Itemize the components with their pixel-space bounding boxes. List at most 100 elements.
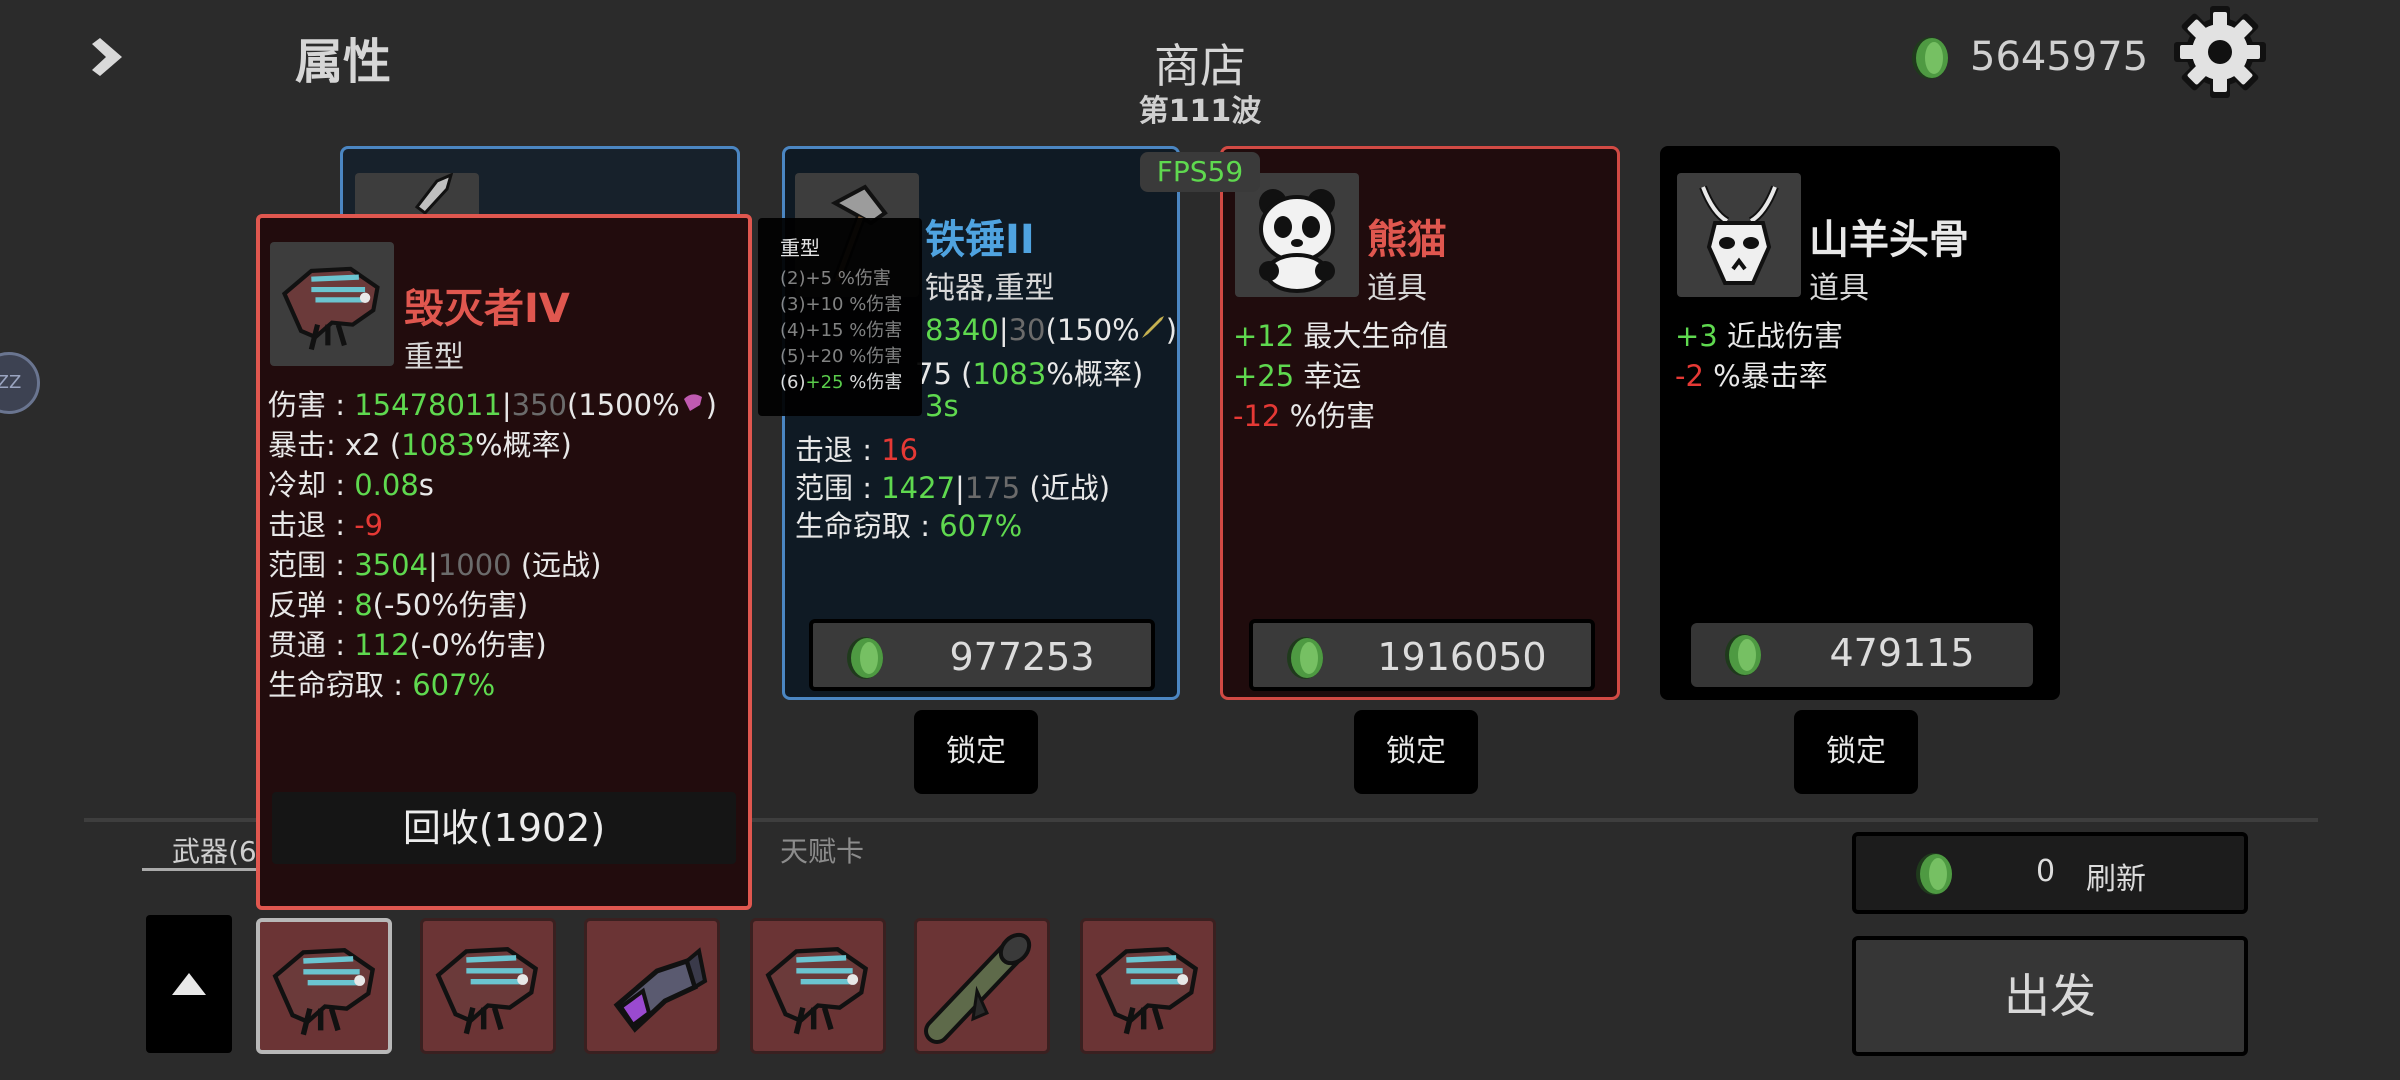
scroll-up-button[interactable] xyxy=(146,915,232,1053)
price-value: 977253 xyxy=(949,635,1095,679)
lock-button-hammer[interactable]: 锁定 xyxy=(914,710,1038,794)
crit-chance: 1083 xyxy=(401,428,475,462)
crit-end: %概率) xyxy=(1046,357,1144,391)
item-name: 山羊头骨 xyxy=(1809,217,1969,263)
dragon-gun-icon xyxy=(1083,921,1213,1051)
inventory-slot-bazooka[interactable] xyxy=(914,918,1050,1054)
knockback-value: -9 xyxy=(354,508,384,542)
damage-value: 8340 xyxy=(925,313,999,347)
damage-label: 伤害 : xyxy=(268,388,355,422)
dragon-gun-icon xyxy=(423,921,553,1051)
recycle-button[interactable]: 回收(1902) xyxy=(272,792,736,864)
buy-button[interactable]: 977253 xyxy=(809,619,1155,691)
tooltip-title: 重型 xyxy=(780,236,820,260)
stat-range: 范围 : 3504|1000 (远战) xyxy=(268,542,601,584)
stat-line: +12 最大生命值 xyxy=(1233,313,1448,355)
status-badge[interactable]: ZZ xyxy=(0,352,40,414)
stat-lifesteal: 生命窃取 : 607% xyxy=(268,662,495,704)
range-value: 3504 xyxy=(354,548,429,582)
chevron-right-icon[interactable] xyxy=(88,30,142,84)
damage-scale: (150% xyxy=(1045,313,1140,347)
damage-scale: (1500% xyxy=(566,388,680,422)
tab-underline xyxy=(142,868,262,871)
crit-mult: x2 ( xyxy=(335,428,402,462)
coin-icon xyxy=(1721,633,1765,677)
lock-button-goat-skull[interactable]: 锁定 xyxy=(1794,710,1918,794)
range-label: 范围 : xyxy=(795,471,882,505)
tooltip-line: (2)+5 %伤害 xyxy=(780,268,891,289)
stat-value: +12 xyxy=(1233,319,1295,353)
inventory-slot-dragon-gun[interactable] xyxy=(1080,918,1216,1054)
item-name: 铁锤II xyxy=(925,217,1035,263)
stat-damage: 伤害 : 15478011|350(1500%) xyxy=(268,382,717,424)
damage-end: ) xyxy=(1165,313,1178,347)
attributes-title[interactable]: 属性 xyxy=(295,22,391,92)
item-name: 毁灭者IV xyxy=(404,286,570,332)
bazooka-icon xyxy=(924,932,1032,1044)
triangle-up-icon xyxy=(172,973,206,995)
item-type: 道具 xyxy=(1809,271,1869,306)
crit-label: 暴击: xyxy=(268,428,336,462)
stat-cooldown: 冷却 : 0.08s xyxy=(268,462,434,504)
bounce-value: 8 xyxy=(354,588,373,622)
refresh-button[interactable]: 0 刷新 xyxy=(1852,832,2248,914)
range-label: 范围 : xyxy=(268,548,355,582)
knockback-label: 击退 : xyxy=(268,508,355,542)
range-base: 1000 xyxy=(437,548,512,582)
item-type: 钝器,重型 xyxy=(925,271,1055,306)
wave-counter: 第111波 xyxy=(1138,94,1262,129)
lifesteal-label: 生命窃取 : xyxy=(795,509,940,543)
cooldown-unit: s xyxy=(418,468,434,502)
crit-chance: 1083 xyxy=(972,357,1047,391)
stat-value: +3 xyxy=(1675,319,1718,353)
damage-value: 15478011 xyxy=(354,388,502,422)
stat-line: +25 幸运 xyxy=(1233,353,1361,395)
cooldown-value: 0.08 xyxy=(354,468,419,502)
buy-button[interactable]: 1916050 xyxy=(1249,619,1595,691)
shop-card-goat-skull[interactable]: 山羊头骨 道具 +3 近战伤害 -2 %暴击率 479115 xyxy=(1660,146,2060,700)
stat-value: +25 xyxy=(1233,359,1295,393)
coin-icon xyxy=(1283,636,1327,680)
lock-button-panda[interactable]: 锁定 xyxy=(1354,710,1478,794)
crit-open: ( xyxy=(951,357,973,391)
tab-talent[interactable]: 天赋卡 xyxy=(780,830,864,870)
lifesteal-label: 生命窃取 : xyxy=(268,668,413,702)
item-type: 道具 xyxy=(1367,271,1427,306)
stat-knockback: 击退 : -9 xyxy=(268,502,383,544)
tab-weapons[interactable]: 武器(6 xyxy=(172,830,257,870)
stat-label: 幸运 xyxy=(1294,359,1362,393)
knockback-value: 16 xyxy=(881,433,919,467)
tooltip-suffix: %伤害 xyxy=(843,372,903,393)
stat-line: -12 %伤害 xyxy=(1233,393,1375,435)
tooltip-value: +25 xyxy=(805,372,844,393)
damage-end: ) xyxy=(705,388,717,422)
goat-skull-icon xyxy=(1677,173,1801,297)
stat-knockback: 击退 : 16 xyxy=(795,427,918,469)
depart-button[interactable]: 出发 xyxy=(1852,936,2248,1056)
inventory-slot-dragon-gun[interactable] xyxy=(750,918,886,1054)
inventory-slot-dragon-gun[interactable] xyxy=(256,918,392,1054)
cooldown-label: 冷却 : xyxy=(268,468,355,502)
stat-damage: 8340|30(150%) xyxy=(925,313,1177,347)
price-value: 1916050 xyxy=(1377,635,1547,679)
stat-crit: 75 (1083%概率) xyxy=(915,351,1143,393)
inventory-slot-dragon-gun[interactable] xyxy=(420,918,556,1054)
gear-icon[interactable] xyxy=(2172,4,2268,100)
separator: | xyxy=(501,388,512,422)
inventory-slot-gauntlet[interactable] xyxy=(584,918,720,1054)
stat-value: -12 xyxy=(1233,399,1281,433)
buy-button[interactable]: 479115 xyxy=(1691,623,2033,687)
shop-card-panda[interactable]: 熊猫 道具 +12 最大生命值 +25 幸运 -12 %伤害 1916050 xyxy=(1220,146,1620,700)
pierce-value: 112 xyxy=(354,628,410,662)
stat-cooldown: 3s xyxy=(925,389,959,423)
stat-label: 近战伤害 xyxy=(1717,319,1843,353)
stat-lifesteal: 生命窃取 : 607% xyxy=(795,503,1022,545)
dragon-gun-icon xyxy=(753,921,883,1051)
refresh-label: 刷新 xyxy=(2086,862,2146,897)
stat-line: +3 近战伤害 xyxy=(1675,313,1843,355)
cooldown-value: 3s xyxy=(925,389,959,423)
tooltip-line: (4)+15 %伤害 xyxy=(780,320,903,341)
range-type: (远战) xyxy=(511,548,602,582)
coin-icon xyxy=(1912,852,1956,896)
stat-label: %暴击率 xyxy=(1703,359,1828,393)
